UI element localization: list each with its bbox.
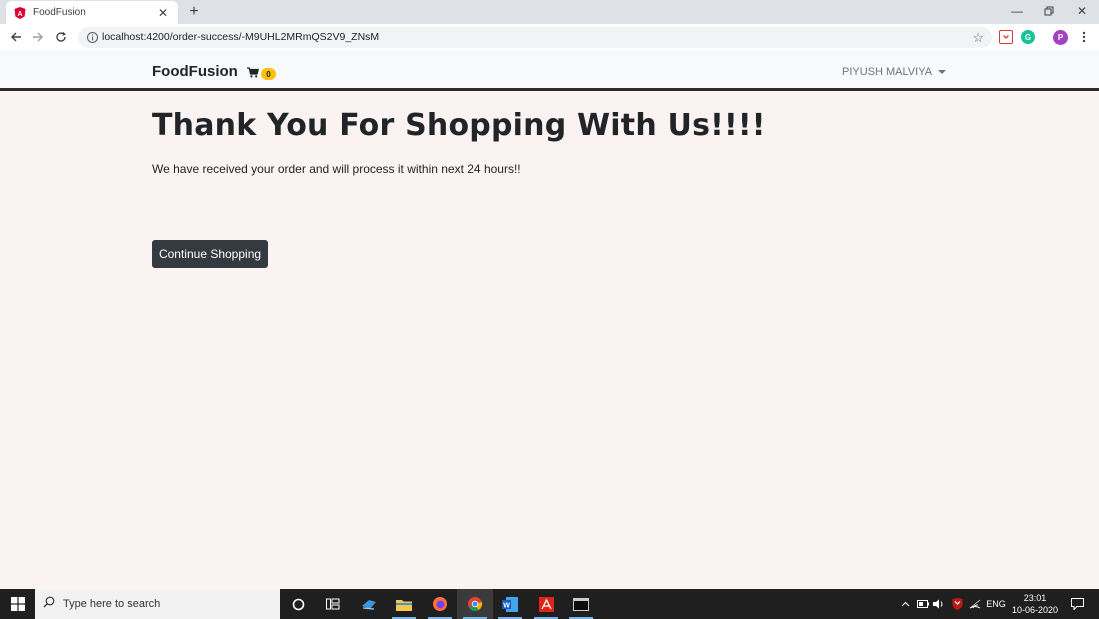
user-name: PIYUSH MALVIYA: [842, 66, 933, 78]
browser-tab[interactable]: A FoodFusion ✕: [6, 1, 178, 24]
mcafee-shield-icon[interactable]: [949, 589, 965, 619]
chrome-icon[interactable]: [457, 589, 493, 619]
svg-text:A: A: [17, 11, 22, 18]
info-icon[interactable]: [86, 31, 99, 44]
windows-start-icon[interactable]: [0, 589, 35, 619]
svg-text:W: W: [503, 602, 510, 609]
search-placeholder: Type here to search: [63, 598, 161, 610]
close-icon[interactable]: ✕: [156, 6, 170, 20]
continue-shopping-button[interactable]: Continue Shopping: [152, 240, 268, 268]
url-text: localhost:4200/order-success/-M9UHL2MRmQ…: [102, 31, 380, 43]
angular-icon: A: [14, 6, 26, 19]
chevron-up-icon[interactable]: [898, 589, 912, 619]
language-indicator[interactable]: ENG: [985, 589, 1007, 619]
browser-tab-strip: A FoodFusion ✕ + — ✕: [0, 0, 1099, 24]
caret-down-icon: [938, 70, 947, 74]
address-bar[interactable]: localhost:4200/order-success/-M9UHL2MRmQ…: [78, 27, 992, 48]
forward-arrow-icon[interactable]: [30, 29, 46, 45]
system-clock[interactable]: 23:01 10-06-2020: [1010, 592, 1060, 616]
windows-taskbar: Type here to search W ENG 23:01 10-06-20…: [0, 589, 1099, 619]
clock-date: 10-06-2020: [1011, 605, 1059, 615]
window-close-icon[interactable]: ✕: [1066, 0, 1098, 22]
reload-icon[interactable]: [53, 29, 69, 45]
task-view-icon[interactable]: [315, 589, 351, 619]
plus-icon[interactable]: +: [185, 3, 203, 21]
restore-icon[interactable]: [1033, 0, 1065, 22]
tab-title: FoodFusion: [33, 7, 86, 18]
kebab-menu-icon[interactable]: [1076, 29, 1092, 45]
browser-toolbar: localhost:4200/order-success/-M9UHL2MRmQ…: [0, 24, 1099, 50]
file-explorer-icon[interactable]: [386, 589, 422, 619]
cart-count-badge: 0: [261, 68, 276, 80]
user-dropdown-toggle[interactable]: PIYUSH MALVIYA: [842, 66, 947, 78]
grammarly-extension-icon[interactable]: G: [1021, 30, 1035, 44]
page-title: Thank You For Shopping With Us!!!!: [152, 108, 766, 143]
acrobat-icon[interactable]: [528, 589, 564, 619]
profile-avatar[interactable]: P: [1053, 30, 1068, 45]
shopping-cart-icon: [247, 65, 260, 83]
word-icon[interactable]: W: [492, 589, 528, 619]
taskbar-search-box[interactable]: Type here to search: [35, 589, 280, 619]
terminal-icon[interactable]: [563, 589, 599, 619]
notification-center-icon[interactable]: [1066, 589, 1088, 619]
volume-icon[interactable]: [931, 589, 947, 619]
cortana-icon[interactable]: [280, 589, 316, 619]
minimize-icon[interactable]: —: [1001, 0, 1033, 22]
battery-icon[interactable]: [915, 589, 931, 619]
app-navbar: FoodFusion 0 PIYUSH MALVIYA: [0, 50, 1099, 91]
vscode-like-app-icon[interactable]: [351, 589, 387, 619]
search-icon: [43, 595, 55, 613]
firefox-icon[interactable]: [422, 589, 458, 619]
wifi-icon[interactable]: [967, 589, 983, 619]
cart-link[interactable]: 0: [247, 65, 276, 83]
back-arrow-icon[interactable]: [8, 29, 24, 45]
brand-logo-link[interactable]: FoodFusion: [152, 63, 238, 80]
pocket-extension-icon[interactable]: [999, 30, 1013, 44]
star-icon[interactable]: ☆: [972, 30, 984, 46]
order-confirmation-message: We have received your order and will pro…: [152, 162, 521, 176]
clock-time: 23:01: [1023, 593, 1047, 603]
